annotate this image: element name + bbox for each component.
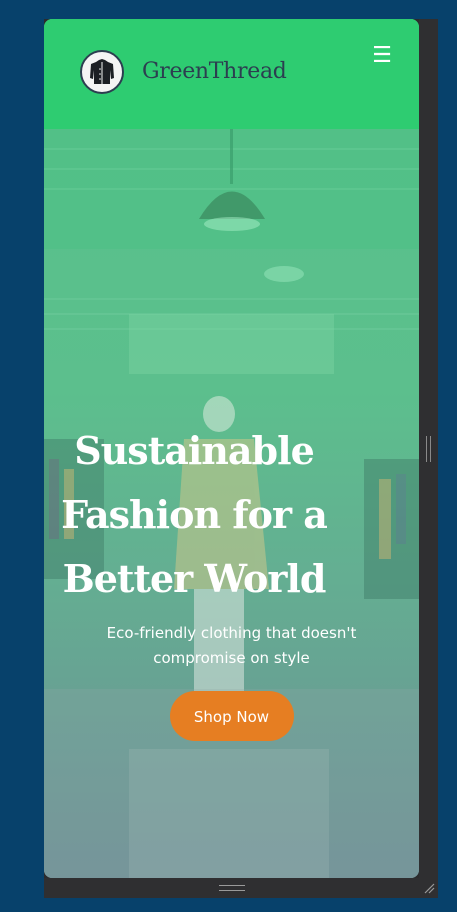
jacket-icon: [90, 59, 114, 84]
hero-title: Sustainable Fashion for a Better World: [61, 428, 328, 601]
hamburger-menu-icon[interactable]: ☰: [370, 45, 394, 67]
brand-name[interactable]: GreenThread: [142, 59, 287, 84]
resize-handle-bottom[interactable]: [219, 885, 245, 891]
hero-subtitle: Eco-friendly clothing that doesn't compr…: [106, 624, 357, 667]
logo[interactable]: [80, 50, 124, 94]
hero-section: Sustainable Fashion for a Better World E…: [44, 129, 419, 878]
navbar: GreenThread ☰: [44, 19, 419, 129]
shop-now-button[interactable]: Shop Now: [169, 691, 294, 741]
resize-handle-right[interactable]: [426, 436, 431, 462]
mobile-viewport: GreenThread ☰ Sustainable Fashion for a …: [44, 19, 419, 878]
hero-content: Sustainable Fashion for a Better World E…: [44, 419, 419, 741]
resize-corner-icon[interactable]: [423, 882, 435, 894]
